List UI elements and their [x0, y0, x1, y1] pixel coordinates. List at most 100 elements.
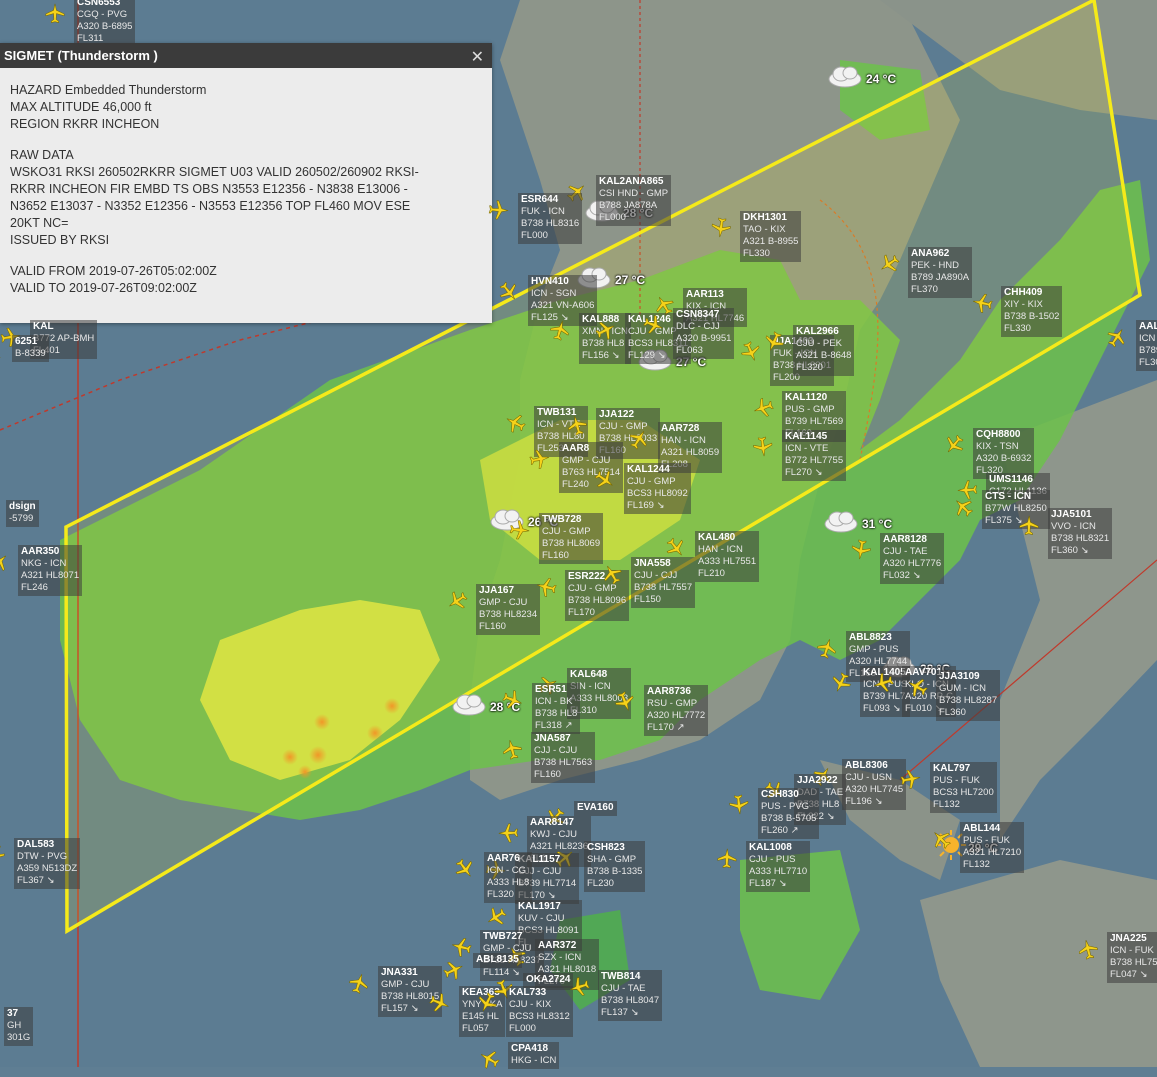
flight-route: CJU - TAE	[601, 983, 646, 994]
flight-label[interactable]: KAL1244 CJU - GMP BCS3 HL8092 FL169 ↘	[624, 463, 691, 514]
region-text: REGION RKRR INCHEON	[10, 117, 160, 131]
flight-callsign: DKH1301	[743, 212, 787, 223]
flight-label[interactable]: CSH823 SHA - GMP B738 B-1335 FL230	[584, 841, 646, 892]
flight-ac: B738 HL8096	[568, 595, 627, 606]
flight-label[interactable]: ESR51 ICN - BK B738 HL8 FL318 ↗	[532, 683, 581, 734]
flight-label[interactable]: CSN6553 CGQ - PVG A320 B-6895 FL311	[74, 0, 136, 47]
flight-callsign: JNA225	[1110, 933, 1147, 944]
flight-fl: FL318 ↗	[535, 720, 573, 731]
flight-route: GMP - PUS	[849, 644, 899, 655]
aircraft-icon[interactable]	[487, 198, 510, 221]
flight-callsign: KAL1917	[518, 901, 561, 912]
flight-label[interactable]: 37 GH 301G	[4, 1007, 34, 1046]
aircraft-icon[interactable]	[508, 518, 532, 542]
aircraft-icon[interactable]	[751, 435, 776, 460]
aircraft-icon[interactable]	[727, 793, 751, 817]
flight-callsign: ABL8306	[845, 760, 888, 771]
aircraft-icon[interactable]	[497, 822, 520, 845]
hazard-text: HAZARD Embedded Thunderstorm	[10, 83, 207, 97]
flight-callsign: ABL144	[963, 823, 1001, 834]
flight-callsign: KAL2966	[796, 326, 839, 337]
weather-station[interactable]: 24 °C	[826, 64, 896, 93]
flight-callsign: ESR51	[535, 684, 567, 695]
flight-ac: A321 VN-A606	[531, 300, 595, 311]
flight-callsign: JJA3109	[939, 671, 980, 682]
flight-ac: A321 HL7210	[963, 847, 1022, 858]
flight-label[interactable]: KAL480 HAN - ICN A333 HL7551 FL210	[695, 531, 760, 582]
flight-label[interactable]: ABL8306 CJU - USN A320 HL7745 FL196 ↘	[842, 759, 907, 810]
aircraft-icon[interactable]	[969, 290, 995, 316]
flight-label[interactable]: AAR76 ICN - CG A333 HL8 FL320	[484, 852, 533, 903]
aircraft-icon[interactable]	[716, 847, 739, 870]
flight-ac: B788 JA878A	[599, 200, 658, 211]
flight-label[interactable]: AAR8736 RSU - GMP A320 HL7772 FL170 ↗	[644, 685, 709, 736]
flight-callsign: CSN8347	[676, 309, 720, 320]
flight-fl: FL240	[562, 479, 589, 490]
flight-label[interactable]: KAL1145 ICN - VTE B772 HL7755 FL270 ↘	[782, 430, 847, 481]
flight-ac: B739 HL7569	[785, 416, 844, 427]
flight-fl: FL047 ↘	[1110, 969, 1148, 980]
close-icon[interactable]: ✕	[471, 47, 484, 67]
flight-fl: FL137 ↘	[601, 1007, 639, 1018]
flight-fl: FL032 ↘	[883, 570, 921, 581]
flight-ac: A333 HL7710	[749, 866, 808, 877]
flight-label[interactable]: KAL733 CJU - KIX BCS3 HL8312 FL000	[506, 986, 573, 1037]
flight-callsign: JNA331	[381, 967, 418, 978]
flight-callsign: CSN6553	[77, 0, 121, 8]
flight-fl: FL160	[542, 550, 569, 561]
flight-label[interactable]: CHH409 XIY - KIX B738 B-1502 FL330	[1001, 286, 1063, 337]
flight-callsign: CTS - ICN	[985, 491, 1032, 502]
flight-route: GMP - CJU	[479, 597, 528, 608]
flight-label[interactable]: JNA587 CJJ - CJU B738 HL7563 FL160	[531, 732, 596, 783]
flight-label[interactable]: ABL144 PUS - FUK A321 HL7210 FL132	[960, 822, 1025, 873]
flight-callsign: dsign	[9, 501, 36, 512]
flight-label[interactable]: KAL2966 CJU - PEK A321 B-8648 FL320	[793, 325, 855, 376]
flight-callsign: KAL1244	[627, 464, 670, 475]
flight-label[interactable]: JJA3109 GUM - ICN B738 HL8287 FL360	[936, 670, 1001, 721]
flight-label[interactable]: AAL2 ICN - B789 FL302	[1136, 320, 1157, 371]
aircraft-icon[interactable]	[1018, 514, 1040, 536]
flight-label[interactable]: TWB814 CJU - TAE B738 HL8047 FL137 ↘	[598, 970, 663, 1021]
flight-ac: B772 HL7755	[785, 455, 844, 466]
flight-label[interactable]: TWB728 CJU - GMP B738 HL8069 FL160	[539, 513, 604, 564]
flight-ac: B738 B-5705	[761, 813, 817, 824]
aircraft-icon[interactable]	[848, 537, 873, 562]
aircraft-icon[interactable]	[44, 2, 66, 24]
flight-label[interactable]: CQH8800 KIX - TSN A320 B-6932 FL320	[973, 428, 1035, 479]
aircraft-icon[interactable]	[709, 216, 734, 241]
flight-label[interactable]: ESR644 FUK - ICN B738 HL8316 FL000	[518, 193, 583, 244]
flight-label[interactable]: EVA160	[574, 801, 617, 816]
temperature-label: 31 °C	[862, 516, 893, 531]
flight-label[interactable]: CPA418 HKG - ICN	[508, 1042, 560, 1069]
flight-callsign: TWB728	[542, 514, 582, 525]
flight-label[interactable]: DAL583 DTW - PVG A359 N513DZ FL367 ↘	[14, 838, 81, 889]
flight-callsign: KAL1145	[785, 431, 828, 442]
flight-label[interactable]: JJA5101 VVO - ICN B738 HL8321 FL360 ↘	[1048, 508, 1113, 559]
aircraft-icon[interactable]	[527, 446, 553, 472]
flight-label[interactable]: ABL8135	[473, 953, 522, 968]
flight-label[interactable]: ANA962 PEK - HND B789 JA890A FL370	[908, 247, 973, 298]
flight-label[interactable]: DKH1301 TAO - KIX A321 B-8955 FL330	[740, 211, 802, 262]
flight-label[interactable]: dsign -5799	[6, 500, 39, 527]
flight-fl: FL160	[479, 621, 506, 632]
flight-route: GH	[7, 1020, 22, 1031]
flight-fl: FL360 ↘	[1051, 545, 1089, 556]
flight-label[interactable]: KAL1008 CJU - PUS A333 HL7710 FL187 ↘	[746, 841, 811, 892]
flight-label[interactable]: AAR8128 CJU - TAE A320 HL7776 FL032 ↘	[880, 533, 945, 584]
flight-label[interactable]: JJA167 GMP - CJU B738 HL8234 FL160	[476, 584, 541, 635]
flight-route: GUM - ICN	[939, 683, 986, 694]
flight-label[interactable]: KAL2ANA865 CSI HND - GMP B788 JA878A FL0…	[596, 175, 672, 226]
flight-label[interactable]: JNA225 ICN - FUK B738 HL75 FL047 ↘	[1107, 932, 1157, 983]
flight-route: NKG - ICN	[21, 558, 67, 569]
flight-label[interactable]: KAL797 PUS - FUK BCS3 HL7200 FL132	[930, 762, 997, 813]
flight-route: HAN - ICN	[698, 544, 743, 555]
flight-label[interactable]: 6251 B-8339	[12, 335, 49, 362]
flight-label[interactable]: CSH830 PUS - PVG B738 B-5705 FL260 ↗	[758, 788, 820, 839]
flight-ac: B738 B-1502	[1004, 311, 1060, 322]
aircraft-icon[interactable]	[898, 766, 923, 791]
flight-fl: FL129 ↘	[628, 350, 666, 361]
flight-label[interactable]: JNA558 CJU - CJJ B738 HL7557 FL150	[631, 557, 696, 608]
flight-label[interactable]: CSN8347 DLC - CJJ A320 B-9951 FL063	[673, 308, 735, 359]
flight-callsign: ANA962	[911, 248, 950, 259]
flight-label[interactable]: AAR350 NKG - ICN A321 HL8071 FL246	[18, 545, 83, 596]
